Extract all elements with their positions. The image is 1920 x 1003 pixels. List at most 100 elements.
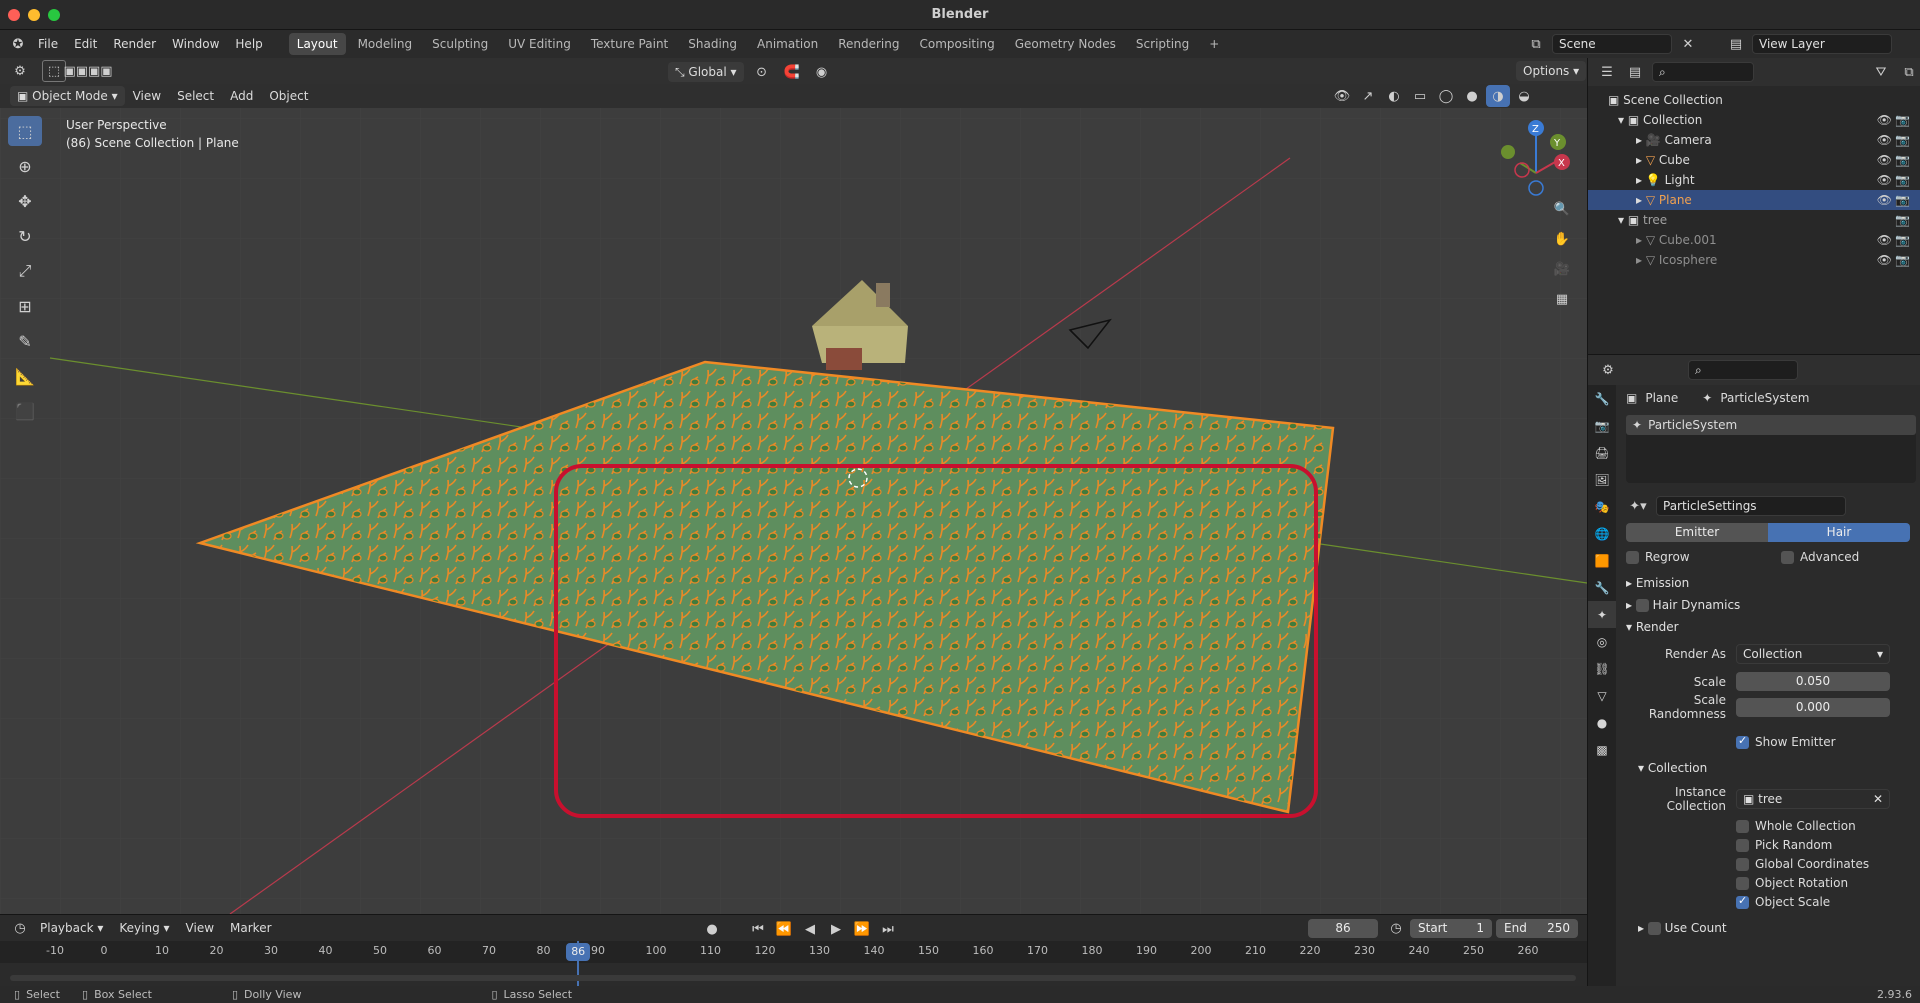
tab-rendering[interactable]: Rendering: [830, 33, 907, 55]
scene-name-field[interactable]: Scene: [1552, 34, 1672, 54]
output-tab-icon[interactable]: 🖨: [1588, 439, 1616, 466]
expand-arrow-icon[interactable]: ▾: [1618, 110, 1628, 130]
visibility-eye-icon[interactable]: 👁: [1877, 170, 1892, 190]
menu-select[interactable]: Select: [169, 85, 222, 107]
menu-view[interactable]: View: [125, 85, 169, 107]
render-camera-icon[interactable]: 📷: [1895, 230, 1910, 250]
jump-start-icon[interactable]: ⏮: [746, 918, 770, 940]
object-scale-checkbox[interactable]: [1736, 894, 1749, 909]
menu-render[interactable]: Render: [105, 33, 164, 55]
material-tab-icon[interactable]: ●: [1588, 709, 1616, 736]
new-collection-icon[interactable]: ⧉: [1898, 61, 1920, 83]
tab-texture-paint[interactable]: Texture Paint: [583, 33, 676, 55]
editor-type-icon[interactable]: ⚙: [8, 60, 32, 82]
data-tab-icon[interactable]: ▽: [1588, 682, 1616, 709]
current-frame-field[interactable]: 86: [1308, 919, 1378, 938]
outliner-row-collection[interactable]: ▾ ▣ Collection 👁 📷: [1588, 110, 1920, 130]
expand-arrow-icon[interactable]: ▸: [1636, 150, 1646, 170]
clear-collection-icon[interactable]: ✕: [1873, 790, 1883, 808]
expand-arrow-icon[interactable]: ▾: [1618, 210, 1628, 230]
visibility-eye-icon[interactable]: 👁: [1877, 230, 1892, 250]
render-camera-icon[interactable]: 📷: [1895, 210, 1910, 230]
mode-dropdown[interactable]: ▣ Object Mode ▾: [10, 86, 125, 106]
viewport-scene[interactable]: Z Y X: [0, 58, 1587, 914]
visibility-eye-icon[interactable]: 👁: [1877, 250, 1892, 270]
pan-hand-icon[interactable]: ✋: [1550, 228, 1574, 250]
scene-icon[interactable]: ⧉: [1524, 33, 1548, 55]
regrow-checkbox[interactable]: [1626, 550, 1639, 564]
add-cube-tool-icon[interactable]: ⬛: [8, 396, 42, 426]
tab-modeling[interactable]: Modeling: [350, 33, 421, 55]
timeline-editor-icon[interactable]: ◷: [8, 917, 32, 939]
select-tool-icon[interactable]: ⬚: [42, 60, 66, 82]
world-tab-icon[interactable]: 🌐: [1588, 520, 1616, 547]
scale-tool-icon[interactable]: ⤢: [8, 256, 42, 286]
modifier-tab-icon[interactable]: 🔧: [1588, 574, 1616, 601]
render-camera-icon[interactable]: 📷: [1895, 170, 1910, 190]
end-frame-field[interactable]: End 250: [1496, 919, 1578, 938]
select-box-tool-icon[interactable]: ⬚: [8, 116, 42, 146]
outliner-row-camera[interactable]: ▸ 🎥 Camera 👁 📷: [1588, 130, 1920, 150]
tab-shading[interactable]: Shading: [680, 33, 745, 55]
rotate-tool-icon[interactable]: ↻: [8, 221, 42, 251]
play-reverse-icon[interactable]: ◀: [798, 918, 822, 940]
pivot-icon[interactable]: ⊙: [750, 61, 774, 83]
instance-collection-field[interactable]: ▣ tree ✕: [1736, 789, 1890, 809]
expand-arrow-icon[interactable]: ▸: [1636, 170, 1646, 190]
whole-collection-checkbox[interactable]: [1736, 819, 1749, 833]
snap-icon[interactable]: 🧲: [780, 61, 804, 83]
visibility-eye-icon[interactable]: 👁: [1877, 110, 1892, 130]
particle-system-list-item[interactable]: ✦ ParticleSystem: [1626, 415, 1916, 435]
scale-randomness-field[interactable]: 0.000: [1736, 697, 1890, 717]
view-layer-tab-icon[interactable]: 🖼: [1588, 466, 1616, 493]
advanced-checkbox[interactable]: [1781, 550, 1794, 564]
collection-subpanel-header[interactable]: ▾ Collection: [1626, 757, 1916, 779]
render-camera-icon[interactable]: 📷: [1895, 250, 1910, 270]
outliner-row-cube-001[interactable]: ▸ ▽ Cube.001 👁 📷: [1588, 230, 1920, 250]
blender-logo-icon[interactable]: ✪: [6, 33, 30, 55]
wireframe-shading-icon[interactable]: ◯: [1434, 85, 1458, 107]
expand-arrow-icon[interactable]: ▸: [1636, 190, 1646, 210]
view-layer-field[interactable]: View Layer: [1752, 34, 1892, 54]
menu-file[interactable]: File: [30, 33, 66, 55]
next-keyframe-icon[interactable]: ⏩: [850, 918, 874, 940]
expand-arrow-icon[interactable]: ▸: [1636, 230, 1646, 250]
view-layer-icon[interactable]: ▤: [1724, 33, 1748, 55]
prev-keyframe-icon[interactable]: ⏪: [772, 918, 796, 940]
object-tab-icon[interactable]: 🟧: [1588, 547, 1616, 574]
options-dropdown[interactable]: Options ▾: [1516, 61, 1587, 81]
particles-tab-icon[interactable]: ✦: [1588, 601, 1616, 628]
particle-settings-name[interactable]: ParticleSettings: [1656, 496, 1846, 516]
record-icon[interactable]: ●: [700, 918, 724, 940]
outliner-row-light[interactable]: ▸ 💡 Light 👁 📷: [1588, 170, 1920, 190]
physics-tab-icon[interactable]: ◎: [1588, 628, 1616, 655]
render-camera-icon[interactable]: 📷: [1895, 130, 1910, 150]
visibility-eye-icon[interactable]: 👁: [1877, 150, 1892, 170]
measure-tool-icon[interactable]: 📐: [8, 361, 42, 391]
solid-shading-icon[interactable]: ●: [1460, 85, 1484, 107]
render-camera-icon[interactable]: 📷: [1895, 150, 1910, 170]
transform-tool-icon[interactable]: ⊞: [8, 291, 42, 321]
selection-mode-icon[interactable]: ▣▣▣▣: [63, 60, 112, 82]
render-as-dropdown[interactable]: Collection ▾: [1736, 644, 1890, 664]
outliner-editor-icon[interactable]: ☰: [1596, 61, 1618, 83]
add-workspace-icon[interactable]: +: [1201, 33, 1227, 55]
menu-object[interactable]: Object: [261, 85, 316, 107]
type-emitter-button[interactable]: Emitter: [1626, 523, 1768, 542]
filter-icon[interactable]: ⛛: [1870, 61, 1892, 83]
outliner-row-plane[interactable]: ▸ ▽ Plane 👁 📷: [1588, 190, 1920, 210]
tab-uv-editing[interactable]: UV Editing: [500, 33, 579, 55]
visibility-eye-icon[interactable]: 👁: [1877, 190, 1892, 210]
orientation-dropdown[interactable]: ⤡ Global ▾: [668, 62, 744, 82]
outliner-search-input[interactable]: ⌕: [1652, 62, 1754, 82]
use-count-subpanel-header[interactable]: ▸ Use Count: [1626, 917, 1916, 939]
overlay-toggle-icon[interactable]: ◐: [1382, 85, 1406, 107]
tab-compositing[interactable]: Compositing: [911, 33, 1002, 55]
tab-animation[interactable]: Animation: [749, 33, 826, 55]
cursor-tool-icon[interactable]: ⊕: [8, 151, 42, 181]
menu-add[interactable]: Add: [222, 85, 261, 107]
visibility-eye-icon[interactable]: 👁: [1877, 130, 1892, 150]
type-hair-button[interactable]: Hair: [1768, 523, 1910, 542]
menu-edit[interactable]: Edit: [66, 33, 105, 55]
timeline-scrollbar[interactable]: [10, 975, 1576, 981]
